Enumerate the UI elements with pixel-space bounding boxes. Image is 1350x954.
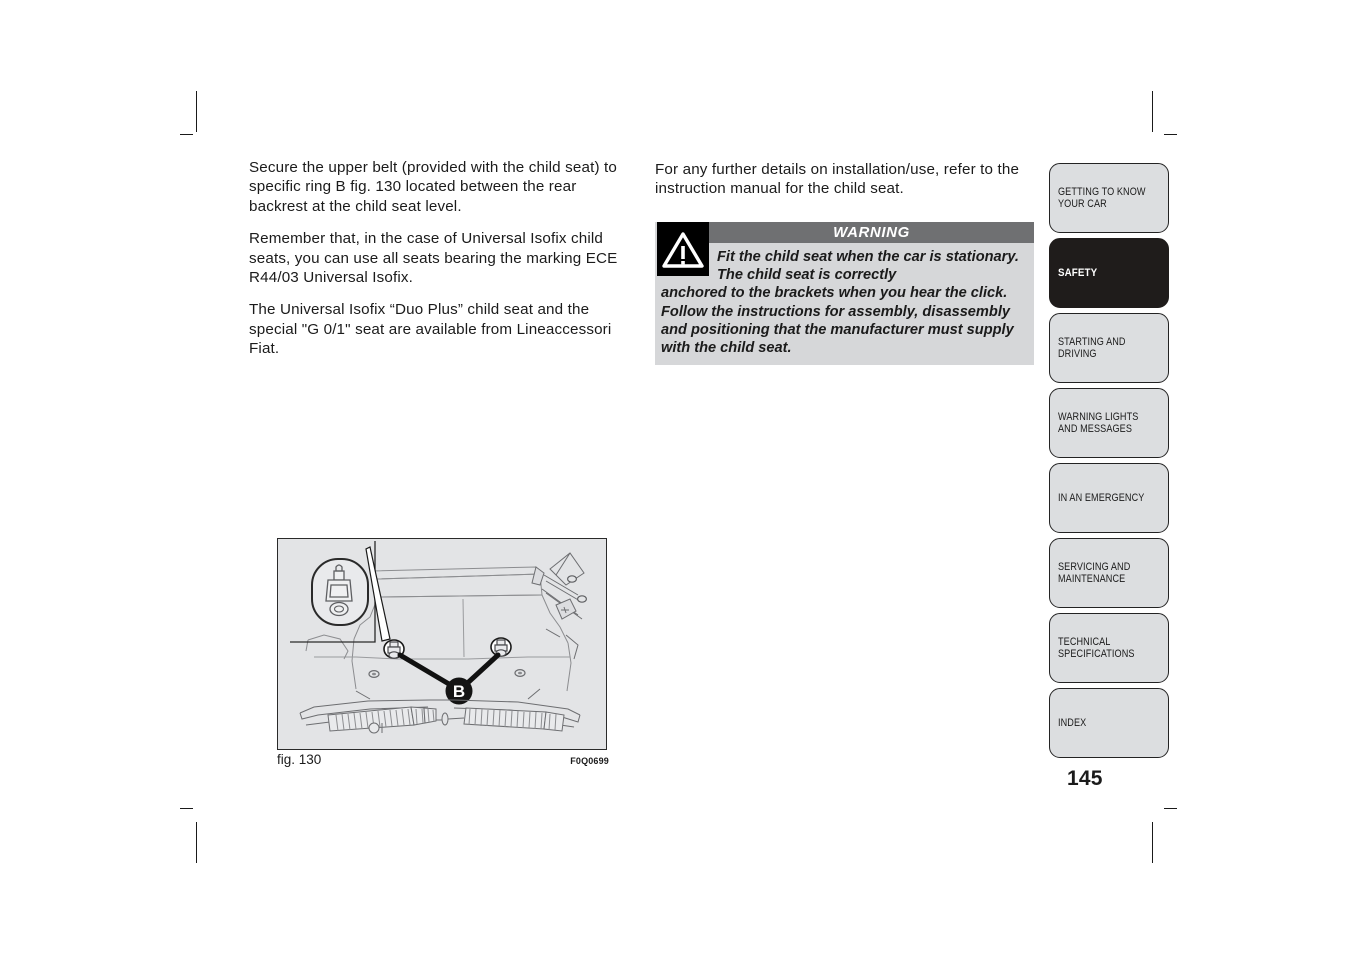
manual-page: Secure the upper belt (provided with the…: [0, 0, 1350, 954]
chapter-sidebar: GETTING TO KNOW YOUR CAR SAFETY STARTING…: [1049, 163, 1171, 763]
sidebar-tab-label: GETTING TO KNOW YOUR CAR: [1058, 185, 1146, 210]
warning-header-bar: WARNING: [709, 222, 1034, 243]
left-text-column: Secure the upper belt (provided with the…: [249, 158, 634, 359]
warning-text-indented: Fit the child seat when the car is stati…: [717, 249, 1022, 284]
sidebar-tab-servicing-and-maintenance[interactable]: SERVICING AND MAINTENANCE: [1049, 538, 1169, 608]
figure-reference-code: F0Q0699: [570, 756, 609, 766]
sidebar-tab-getting-to-know-your-car[interactable]: GETTING TO KNOW YOUR CAR: [1049, 163, 1169, 233]
warning-text-continuation: anchored to the brackets when you hear t…: [661, 285, 1014, 357]
sidebar-tab-label: TECHNICAL SPECIFICATIONS: [1058, 635, 1135, 660]
crop-mark-top-left-horizontal: [180, 134, 193, 135]
sidebar-tab-warning-lights-and-messages[interactable]: WARNING LIGHTS AND MESSAGES: [1049, 388, 1169, 458]
figure-caption: fig. 130 F0Q0699: [277, 752, 609, 767]
figure-illustration-frame: B: [277, 538, 607, 750]
crop-mark-bottom-left-vertical: [196, 822, 197, 863]
warning-triangle-icon: [657, 222, 709, 276]
sidebar-tab-label: WARNING LIGHTS AND MESSAGES: [1058, 410, 1139, 435]
paragraph: Remember that, in the case of Universal …: [249, 230, 618, 287]
sidebar-tab-index[interactable]: INDEX: [1049, 688, 1169, 758]
paragraph: For any further details on installation/…: [655, 161, 1020, 198]
paragraph: The Universal Isofix “Duo Plus” child se…: [249, 301, 612, 358]
warning-header-label: WARNING: [833, 224, 910, 241]
sidebar-tab-label: STARTING AND DRIVING: [1058, 335, 1126, 360]
warning-callout-box: WARNING Fit the child seat when the car …: [655, 222, 1034, 366]
trunk-anchor-line-drawing: B: [278, 539, 606, 749]
sidebar-tab-label: SAFETY: [1058, 266, 1098, 279]
sidebar-tab-starting-and-driving[interactable]: STARTING AND DRIVING: [1049, 313, 1169, 383]
crop-mark-bottom-right-horizontal: [1164, 808, 1177, 809]
anchor-ring-right: [490, 637, 512, 657]
sidebar-tab-in-an-emergency[interactable]: IN AN EMERGENCY: [1049, 463, 1169, 533]
crop-mark-top-right-vertical: [1152, 91, 1153, 132]
page-number: 145: [1067, 767, 1103, 790]
warning-body-text: Fit the child seat when the car is stati…: [655, 243, 1034, 365]
sidebar-tab-label: SERVICING AND MAINTENANCE: [1058, 560, 1131, 585]
anchor-ring-inset-detail: [311, 558, 369, 626]
crop-mark-bottom-left-horizontal: [180, 808, 193, 809]
crop-mark-top-right-horizontal: [1164, 134, 1177, 135]
sidebar-tab-label: INDEX: [1058, 716, 1087, 729]
paragraph: Secure the upper belt (provided with the…: [249, 159, 618, 215]
figure-130: B: [277, 538, 607, 750]
crop-mark-top-left-vertical: [196, 91, 197, 132]
sidebar-tab-technical-specifications[interactable]: TECHNICAL SPECIFICATIONS: [1049, 613, 1169, 683]
svg-text:B: B: [453, 682, 465, 701]
sidebar-tab-safety[interactable]: SAFETY: [1049, 238, 1169, 308]
figure-number-label: fig. 130: [277, 752, 322, 767]
crop-mark-bottom-right-vertical: [1152, 822, 1153, 863]
sidebar-tab-label: IN AN EMERGENCY: [1058, 491, 1145, 504]
right-text-column: For any further details on installation/…: [655, 160, 1035, 199]
